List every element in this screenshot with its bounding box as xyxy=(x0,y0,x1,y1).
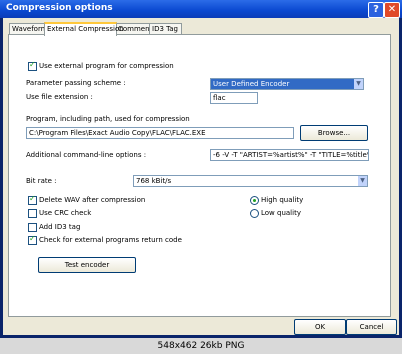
delete-wav-checkbox[interactable] xyxy=(28,194,37,205)
param-scheme-select[interactable]: User Defined Encoder ▼ xyxy=(210,78,364,90)
ok-button[interactable]: OK xyxy=(294,319,346,335)
chevron-down-icon[interactable]: ▼ xyxy=(358,176,367,186)
title-bar: Compression options ? ✕ xyxy=(0,0,402,18)
low-quality-label: Low quality xyxy=(261,209,301,217)
tab-page: Use external program for compression Par… xyxy=(8,34,391,317)
browse-button[interactable]: Browse... xyxy=(300,125,368,141)
use-crc-label: Use CRC check xyxy=(39,209,92,217)
check-return-label: Check for external programs return code xyxy=(39,236,182,244)
low-quality-radio[interactable] xyxy=(250,209,259,218)
use-external-label: Use external program for compression xyxy=(39,62,174,70)
high-quality-radio[interactable] xyxy=(250,196,259,205)
image-caption: 548x462 26kb PNG xyxy=(0,338,402,354)
cmd-options-label: Additional command-line options : xyxy=(26,151,147,159)
add-id3-label: Add ID3 tag xyxy=(39,223,81,231)
dialog-client: Waveform External Compression Comment ID… xyxy=(3,18,399,335)
close-button[interactable]: ✕ xyxy=(384,2,400,18)
cmd-options-input[interactable]: -6 -V -T "ARTIST=%artist%" -T "TITLE=%ti… xyxy=(210,149,369,161)
param-scheme-value: User Defined Encoder xyxy=(213,80,290,88)
chevron-down-icon[interactable]: ▼ xyxy=(354,79,363,89)
program-path-label: Program, including path, used for compre… xyxy=(26,115,190,123)
param-scheme-label: Parameter passing scheme : xyxy=(26,79,126,87)
window-title: Compression options xyxy=(6,3,113,13)
program-path-input[interactable]: C:\Program Files\Exact Audio Copy\FLAC\F… xyxy=(26,127,294,139)
compression-options-window: Compression options ? ✕ Waveform Externa… xyxy=(0,0,402,338)
delete-wav-label: Delete WAV after compression xyxy=(39,196,146,204)
use-external-checkbox[interactable] xyxy=(28,60,37,71)
bit-rate-value: 768 kBit/s xyxy=(136,177,172,185)
bit-rate-select[interactable]: 768 kBit/s ▼ xyxy=(133,175,368,187)
help-button[interactable]: ? xyxy=(368,2,384,18)
file-ext-input[interactable]: flac xyxy=(210,92,258,104)
file-ext-label: Use file extension : xyxy=(26,93,93,101)
bit-rate-label: Bit rate : xyxy=(26,177,57,185)
cancel-button[interactable]: Cancel xyxy=(346,319,397,335)
tab-external-compression[interactable]: External Compression xyxy=(44,22,124,36)
use-crc-checkbox[interactable] xyxy=(28,209,37,218)
check-return-checkbox[interactable] xyxy=(28,234,37,245)
test-encoder-button[interactable]: Test encoder xyxy=(38,257,136,273)
add-id3-checkbox[interactable] xyxy=(28,223,37,232)
high-quality-label: High quality xyxy=(261,196,304,204)
